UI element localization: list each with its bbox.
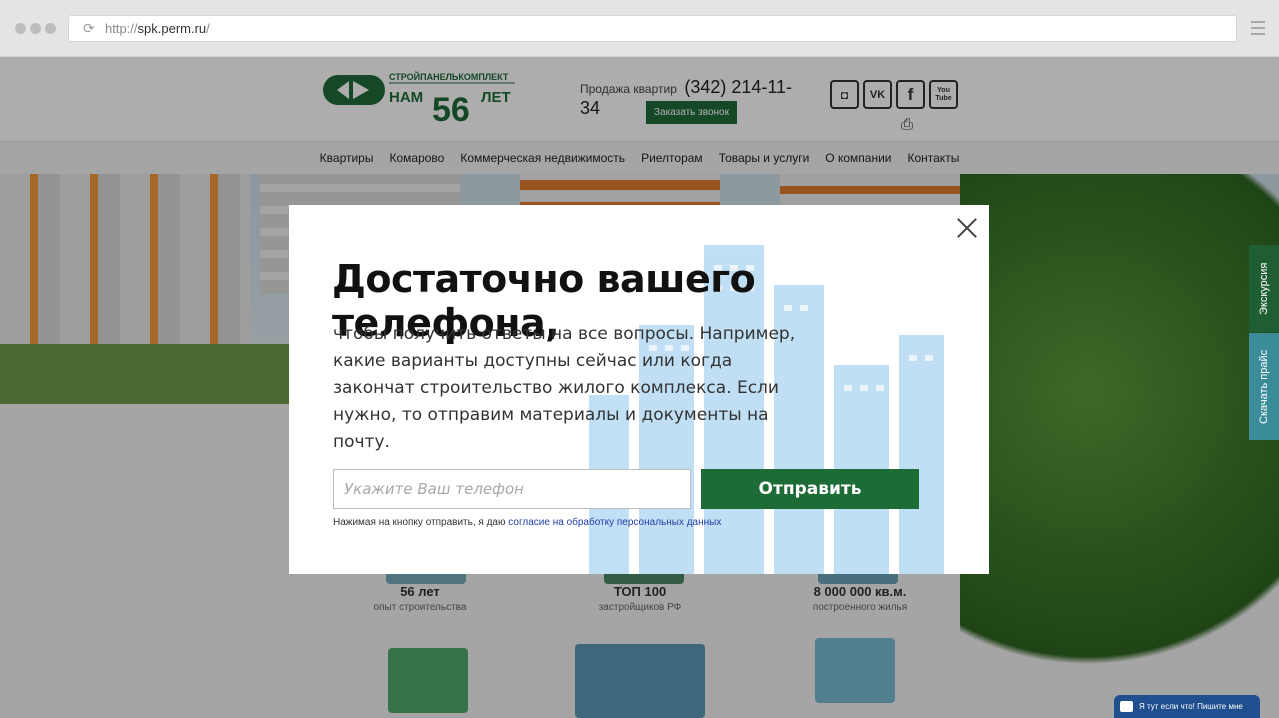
chat-label: Я тут если что! Пишите мне xyxy=(1139,702,1243,711)
consent-prefix: Нажимая на кнопку отправить, я даю xyxy=(333,517,506,528)
window-dot[interactable] xyxy=(30,23,41,34)
consent-link[interactable]: согласие на обработку персональных данны… xyxy=(508,517,721,528)
phone-input[interactable] xyxy=(333,469,691,509)
download-price-tab[interactable]: Скачать прайс xyxy=(1249,333,1279,440)
window-dot[interactable] xyxy=(15,23,26,34)
address-bar[interactable]: ⟳ http://spk.perm.ru/ xyxy=(68,15,1237,42)
modal-description: чтобы получить ответы на все вопросы. На… xyxy=(333,324,796,452)
excursion-tab[interactable]: Экскурсия xyxy=(1249,245,1279,332)
reload-icon[interactable]: ⟳ xyxy=(83,22,97,36)
close-icon[interactable] xyxy=(955,216,979,240)
web-page: СТРОЙПАНЕЛЬКОМПЛЕКТ НАМ 56 ЛЕТ Продажа к… xyxy=(0,57,1279,718)
window-dot[interactable] xyxy=(45,23,56,34)
window-controls xyxy=(15,23,56,34)
submit-button[interactable]: Отправить xyxy=(701,469,919,509)
chat-icon xyxy=(1120,701,1133,712)
consent-note: Нажимая на кнопку отправить, я даю согла… xyxy=(333,517,721,528)
browser-menu-icon[interactable] xyxy=(1251,21,1265,39)
callback-modal: Достаточно вашего телефона, чтобы получи… xyxy=(289,205,989,574)
url-text: http://spk.perm.ru/ xyxy=(105,21,210,36)
chat-widget[interactable]: Я тут если что! Пишите мне xyxy=(1114,695,1260,718)
browser-toolbar: ⟳ http://spk.perm.ru/ xyxy=(0,0,1279,57)
